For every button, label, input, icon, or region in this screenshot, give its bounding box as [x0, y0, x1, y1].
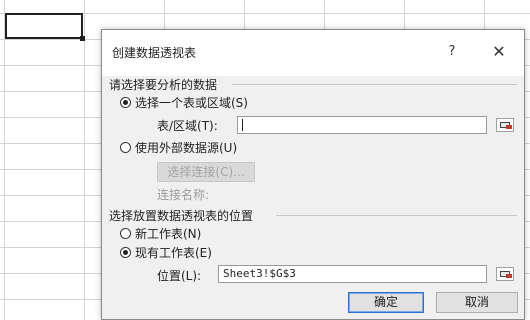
radio-select-range-label: 选择一个表或区域(S) — [135, 96, 248, 110]
radio-existing-sheet[interactable]: 现有工作表(E) — [120, 244, 212, 261]
location-input[interactable]: Sheet3!$G$3 — [218, 265, 487, 283]
dialog-title: 创建数据透视表 — [112, 46, 197, 60]
fill-handle[interactable] — [80, 36, 85, 41]
connection-name-label: 连接名称: — [157, 188, 210, 202]
cancel-button[interactable]: 取消 — [436, 292, 518, 313]
section-divider — [276, 215, 517, 216]
location-label: 位置(L): — [157, 269, 202, 283]
radio-select-range[interactable]: 选择一个表或区域(S) — [120, 94, 248, 111]
help-button[interactable]: ? — [440, 40, 464, 64]
radio-external-source[interactable]: 使用外部数据源(U) — [120, 139, 237, 156]
source-section-title: 请选择要分析的数据 — [109, 78, 218, 92]
radio-new-sheet-label: 新工作表(N) — [135, 227, 202, 241]
radio-button-selected[interactable] — [120, 247, 131, 258]
table-range-input[interactable] — [237, 116, 487, 134]
radio-external-source-label: 使用外部数据源(U) — [135, 141, 238, 155]
grid-line — [84, 0, 85, 320]
section-divider — [232, 84, 517, 85]
range-select-icon[interactable] — [496, 267, 514, 281]
radio-button[interactable] — [120, 142, 131, 153]
text-caret — [242, 119, 243, 131]
dialog-titlebar: 创建数据透视表 ? ✕ — [102, 30, 524, 76]
radio-new-sheet[interactable]: 新工作表(N) — [120, 225, 201, 242]
location-value: Sheet3!$G$3 — [223, 267, 296, 280]
ok-button[interactable]: 确定 — [348, 292, 424, 313]
radio-button[interactable] — [120, 228, 131, 239]
grid-line — [4, 0, 5, 320]
radio-button-selected[interactable] — [120, 97, 131, 108]
table-range-label: 表/区域(T): — [157, 119, 218, 133]
range-select-icon[interactable] — [496, 118, 514, 132]
choose-connection-button: 选择连接(C)... — [157, 162, 255, 182]
active-cell[interactable] — [5, 13, 83, 39]
close-button[interactable]: ✕ — [486, 40, 512, 64]
location-section-title: 选择放置数据透视表的位置 — [109, 209, 254, 223]
radio-existing-sheet-label: 现有工作表(E) — [135, 246, 212, 260]
create-pivottable-dialog: 创建数据透视表 ? ✕ 请选择要分析的数据 选择一个表或区域(S) 表/区域(T… — [101, 29, 525, 320]
